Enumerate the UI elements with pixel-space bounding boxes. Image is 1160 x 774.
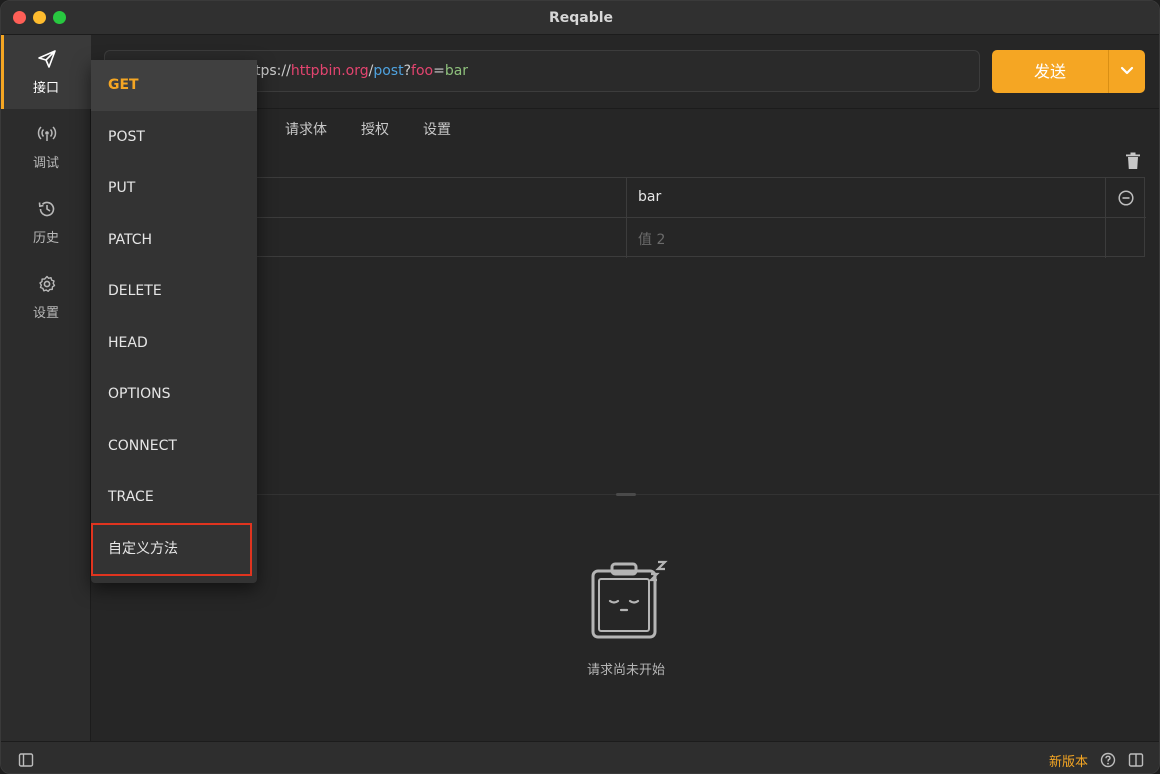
- url-host: httpbin.org: [290, 63, 369, 79]
- sidebar-item-label: 调试: [32, 156, 59, 171]
- tab-body[interactable]: 请求体: [285, 119, 327, 139]
- menu-item-get[interactable]: GET: [91, 60, 257, 111]
- sidebar-item-label: 接口: [32, 81, 59, 96]
- divider: [626, 178, 627, 258]
- sleeping-clipboard-icon: [591, 560, 668, 639]
- sidebar-item-debug[interactable]: 调试: [1, 110, 91, 184]
- sidebar: 接口 调试 历史 设置: [1, 35, 91, 741]
- url-scheme: tps://: [255, 63, 291, 79]
- trash-icon[interactable]: [1125, 152, 1141, 170]
- chevron-down-icon: [1120, 66, 1134, 75]
- menu-item-delete[interactable]: DELETE: [91, 266, 257, 317]
- new-version-link[interactable]: 新版本: [1049, 751, 1088, 770]
- send-icon: [38, 50, 56, 68]
- menu-item-trace[interactable]: TRACE: [91, 472, 257, 523]
- divider: [1105, 178, 1106, 258]
- menu-item-options[interactable]: OPTIONS: [91, 369, 257, 420]
- menu-item-head[interactable]: HEAD: [91, 318, 257, 369]
- send-button[interactable]: 发送: [992, 50, 1108, 93]
- url-query-value: bar: [444, 63, 469, 79]
- status-bar: 新版本: [1, 741, 1159, 773]
- remove-row-icon[interactable]: [1118, 190, 1134, 206]
- tab-auth[interactable]: 授权: [361, 119, 389, 139]
- http-method-menu: GET POST PUT PATCH DELETE HEAD OPTIONS C…: [91, 60, 257, 583]
- url-path: post: [373, 63, 404, 79]
- tab-settings[interactable]: 设置: [423, 119, 451, 139]
- help-icon[interactable]: [1100, 752, 1116, 768]
- title-bar: Reqable: [1, 1, 1159, 35]
- sidebar-item-history[interactable]: 历史: [1, 185, 91, 259]
- url-equals: =: [433, 63, 445, 79]
- url-query-key: foo: [411, 63, 434, 79]
- menu-item-patch[interactable]: PATCH: [91, 215, 257, 266]
- app-window: Reqable 接口 调试 历史 设置 tps://httpbin.org/po…: [0, 0, 1160, 774]
- sidebar-item-label: 历史: [32, 231, 59, 246]
- send-options-button[interactable]: [1108, 50, 1145, 93]
- sidebar-item-api[interactable]: 接口: [1, 35, 91, 109]
- param-value-placeholder[interactable]: 值 2: [638, 229, 665, 249]
- window-title: Reqable: [548, 10, 614, 26]
- menu-item-connect[interactable]: CONNECT: [91, 421, 257, 472]
- antenna-icon: [37, 126, 57, 141]
- split-view-icon[interactable]: [1128, 752, 1144, 768]
- resize-handle[interactable]: [616, 493, 636, 496]
- sidebar-toggle-icon[interactable]: [18, 752, 34, 768]
- empty-state-text: 请求尚未开始: [586, 663, 665, 678]
- sidebar-item-settings[interactable]: 设置: [1, 260, 91, 334]
- gear-icon: [39, 275, 56, 292]
- sidebar-item-label: 设置: [32, 306, 59, 321]
- menu-item-put[interactable]: PUT: [91, 163, 257, 214]
- param-value-cell[interactable]: bar: [638, 189, 661, 205]
- highlight-annotation: [91, 523, 252, 576]
- url-query-mark: ?: [403, 63, 412, 79]
- menu-item-post[interactable]: POST: [91, 112, 257, 163]
- history-icon: [38, 201, 55, 217]
